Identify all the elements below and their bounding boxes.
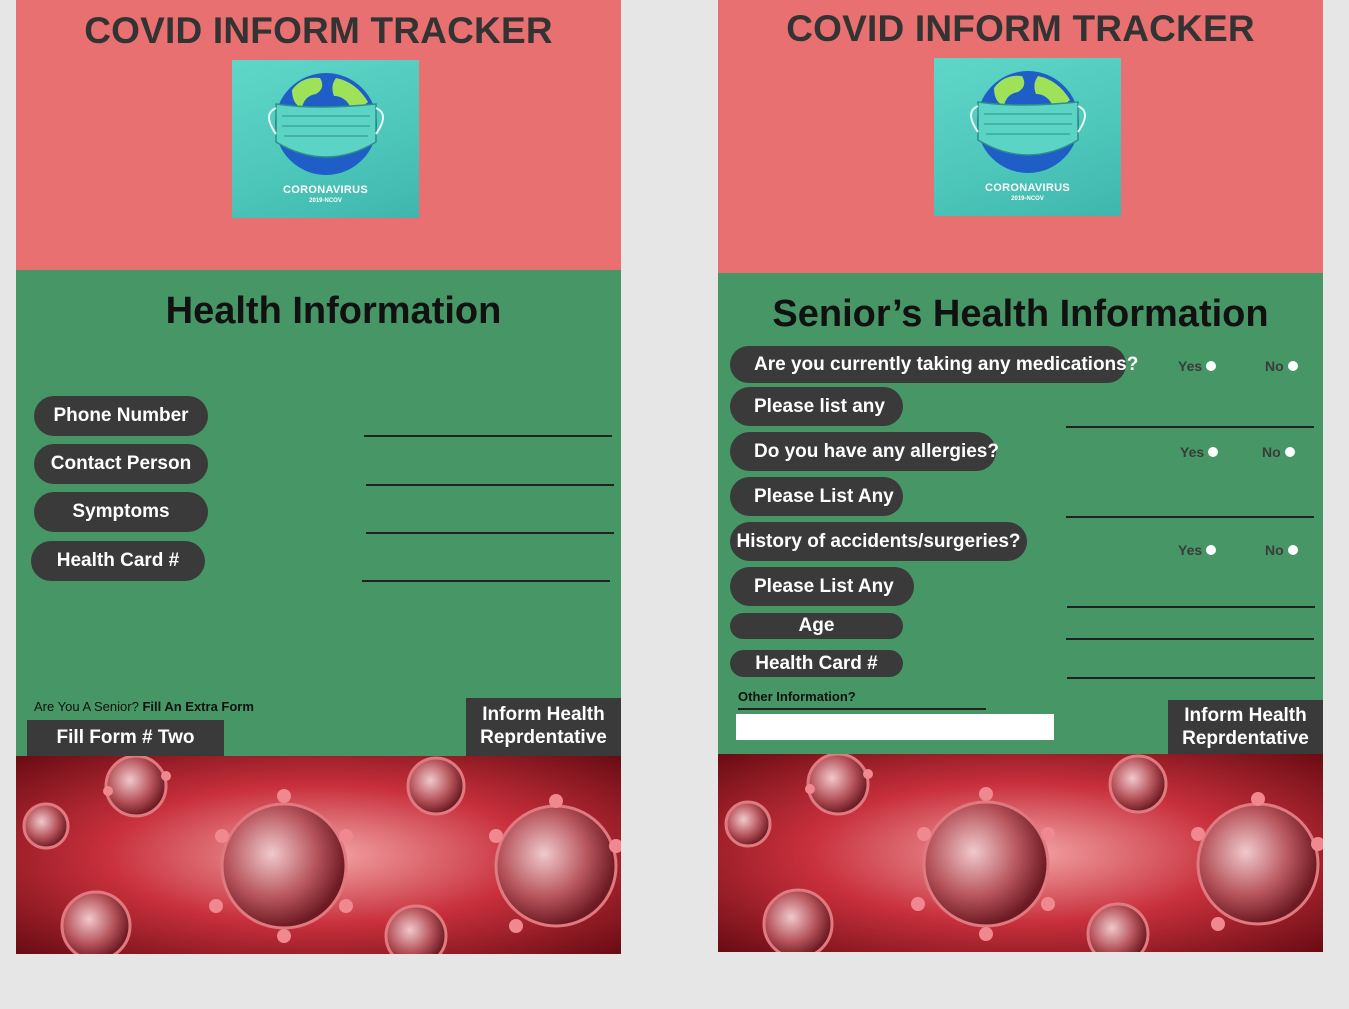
health-card-label: Health Card # [730, 650, 903, 677]
coronavirus-logo: CORONAVIRUS 2019-NCOV [934, 58, 1121, 216]
health-card-input[interactable] [1067, 677, 1315, 679]
logo-title: CORONAVIRUS [985, 182, 1070, 194]
accidents-no-radio[interactable]: No [1265, 542, 1298, 558]
senior-prompt: Are You A Senior? Fill An Extra Form [34, 699, 254, 714]
medications-question: Are you currently taking any medications… [730, 346, 1138, 383]
symptoms-input[interactable] [366, 532, 614, 534]
logo-title: CORONAVIRUS [283, 184, 368, 196]
app-title: COVID INFORM TRACKER [786, 8, 1255, 49]
form-body: Health Information Phone Number Contact … [16, 270, 621, 756]
logo-subtitle: 2019-NCOV [1011, 196, 1044, 202]
inform-button-line2: Reprdentative [480, 727, 607, 748]
fill-form-two-button[interactable]: Fill Form # Two [27, 720, 224, 756]
age-input[interactable] [1066, 638, 1314, 640]
medications-list-label: Please list any [730, 387, 903, 426]
accidents-yes-radio[interactable]: Yes [1178, 542, 1217, 558]
contact-person-label: Contact Person [34, 444, 208, 484]
other-information-label: Other Information? [738, 689, 856, 704]
health-information-screen: COVID INFORM TRACKER CORONAVIRUS 2019-NC… [16, 0, 621, 954]
inform-health-representative-button[interactable]: Inform Health Reprdentative [466, 698, 621, 756]
yes-label: Yes [1180, 444, 1205, 460]
no-label: No [1265, 358, 1284, 374]
accidents-list-input[interactable] [1067, 606, 1315, 608]
header: COVID INFORM TRACKER CORONAVIRUS 2019-NC… [16, 0, 621, 270]
accidents-surgeries-question: History of accidents/surgeries? [730, 522, 1027, 561]
health-card-label: Health Card # [31, 541, 205, 581]
yes-label: Yes [1178, 542, 1203, 558]
section-title: Senior’s Health Information [772, 293, 1269, 335]
phone-number-label: Phone Number [34, 396, 208, 436]
allergies-no-radio[interactable]: No [1262, 444, 1295, 460]
inform-button-line2: Reprdentative [1182, 728, 1309, 749]
form-body: Senior’s Health Information Are you curr… [718, 273, 1323, 754]
medications-yes-radio[interactable]: Yes [1178, 358, 1217, 374]
no-label: No [1262, 444, 1281, 460]
radio-dot-icon [1287, 545, 1298, 555]
contact-person-input[interactable] [366, 484, 614, 486]
inform-button-line1: Inform Health [1184, 705, 1307, 726]
allergies-list-input[interactable] [1066, 516, 1314, 518]
radio-dot-icon [1287, 361, 1298, 371]
radio-dot-icon [1208, 447, 1219, 457]
radio-dot-icon [1206, 361, 1217, 371]
seniors-health-information-screen: COVID INFORM TRACKER CORONAVIRUS 2019-NC… [718, 0, 1323, 952]
coronavirus-logo: CORONAVIRUS 2019-NCOV [232, 60, 419, 218]
virus-banner-image [16, 756, 621, 954]
medications-list-input[interactable] [1066, 426, 1314, 428]
inform-button-line1: Inform Health [482, 704, 605, 725]
senior-prompt-question: Are You A Senior? [34, 699, 139, 714]
allergies-question: Do you have any allergies? [730, 432, 999, 471]
app-title: COVID INFORM TRACKER [84, 10, 553, 51]
section-title: Health Information [165, 290, 502, 332]
no-label: No [1265, 542, 1284, 558]
header: COVID INFORM TRACKER CORONAVIRUS 2019-NC… [718, 0, 1323, 273]
health-card-input[interactable] [362, 580, 610, 582]
logo-subtitle: 2019-NCOV [309, 198, 342, 204]
allergies-list-label: Please List Any [730, 477, 903, 516]
senior-prompt-action: Fill An Extra Form [142, 699, 254, 714]
inform-health-representative-button[interactable]: Inform Health Reprdentative [1168, 700, 1323, 754]
radio-dot-icon [1206, 545, 1217, 555]
radio-dot-icon [1284, 447, 1295, 457]
phone-number-input[interactable] [364, 435, 612, 437]
accidents-list-label: Please List Any [730, 567, 914, 606]
other-information-input[interactable] [736, 714, 1054, 740]
medications-no-radio[interactable]: No [1265, 358, 1298, 374]
symptoms-label: Symptoms [34, 492, 208, 532]
age-label: Age [730, 613, 903, 639]
yes-label: Yes [1178, 358, 1203, 374]
other-information-underline [738, 708, 986, 710]
allergies-yes-radio[interactable]: Yes [1180, 444, 1219, 460]
virus-banner-image [718, 754, 1323, 952]
